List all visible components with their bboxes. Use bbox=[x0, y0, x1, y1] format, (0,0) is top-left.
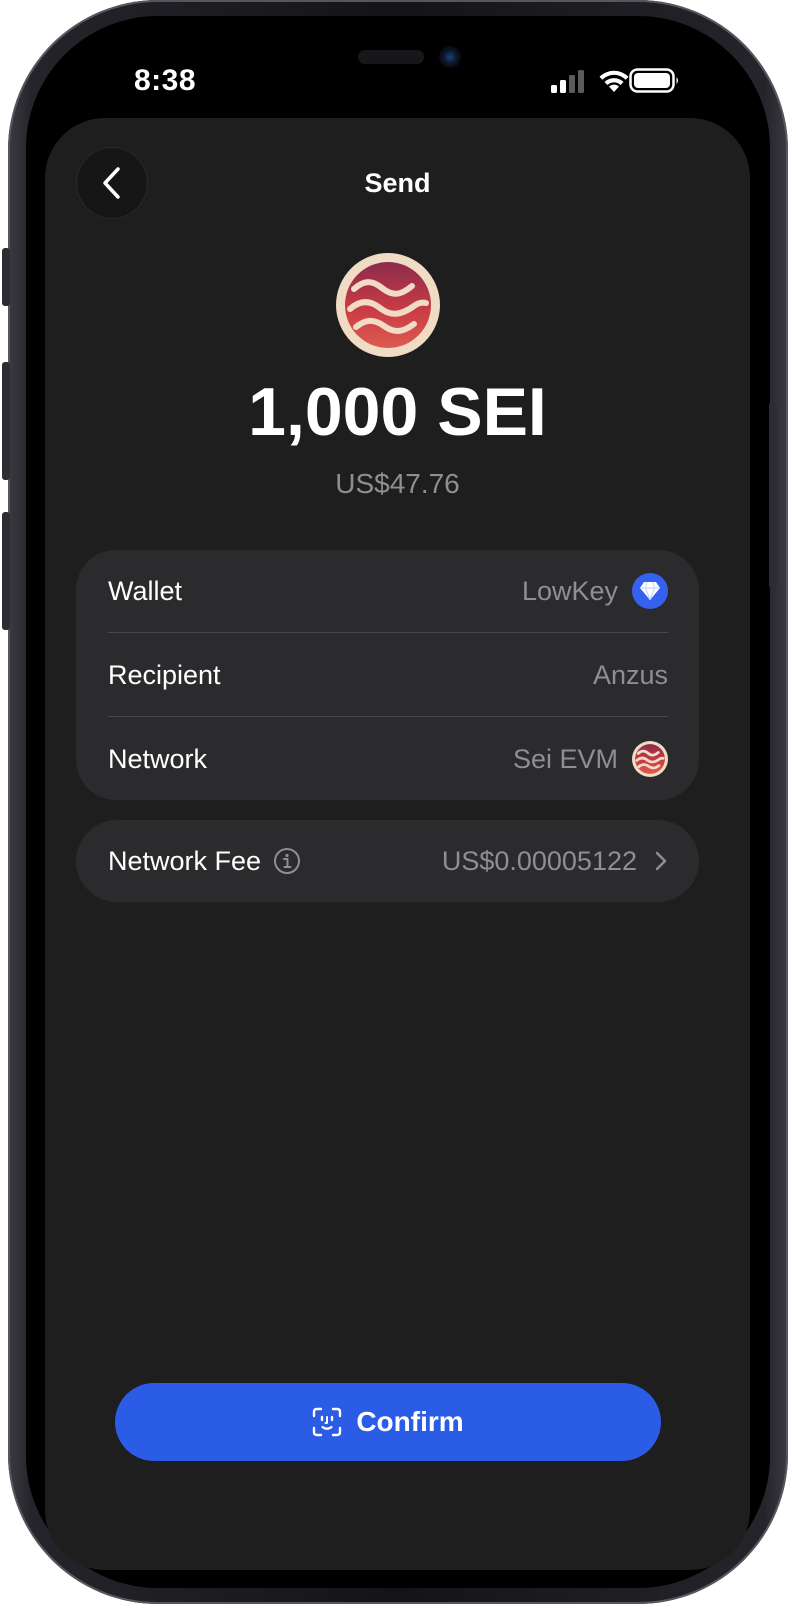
volume-up-button bbox=[2, 362, 10, 480]
row-divider bbox=[108, 716, 668, 717]
wifi-icon bbox=[599, 70, 629, 92]
send-confirmation-screen: Send 1,000 SEI US$47.76 Wallet LowKey Re… bbox=[45, 118, 750, 1570]
network-fee-row[interactable]: Network Fee US$0.00005122 bbox=[76, 820, 699, 902]
sei-logo-icon bbox=[336, 253, 440, 357]
info-icon[interactable] bbox=[273, 847, 301, 875]
cellular-signal-icon bbox=[551, 70, 584, 93]
power-button bbox=[769, 402, 777, 588]
recipient-row: Recipient Anzus bbox=[108, 634, 668, 716]
fiat-amount: US$47.76 bbox=[335, 468, 460, 499]
wallet-value: LowKey bbox=[521, 575, 618, 606]
network-fee-label: Network Fee bbox=[108, 845, 262, 876]
row-divider bbox=[108, 632, 668, 633]
page-title: Send bbox=[364, 168, 431, 198]
status-bar: 8:38 bbox=[0, 0, 796, 110]
network-fee-value-group: US$0.00005122 bbox=[442, 820, 669, 902]
recipient-label: Recipient bbox=[108, 659, 221, 690]
confirm-label: Confirm bbox=[356, 1406, 464, 1437]
wallet-label: Wallet bbox=[108, 575, 183, 606]
action-button bbox=[2, 248, 10, 306]
nav-header: Send bbox=[45, 148, 750, 220]
confirm-button[interactable]: Confirm bbox=[115, 1383, 661, 1461]
transaction-details-card: Wallet LowKey Recipient Anzus Network Se… bbox=[76, 550, 699, 800]
network-fee-value: US$0.00005122 bbox=[441, 845, 637, 876]
front-camera bbox=[439, 46, 461, 68]
network-label: Network bbox=[108, 743, 208, 774]
chevron-right-icon bbox=[655, 851, 667, 871]
send-amount: 1,000 SEI bbox=[248, 374, 547, 450]
battery-icon bbox=[629, 68, 678, 93]
speaker-grille bbox=[358, 50, 424, 64]
face-id-icon bbox=[313, 1407, 342, 1437]
diamond-wallet-icon bbox=[632, 573, 668, 609]
network-fee-label-group: Network Fee bbox=[108, 820, 301, 902]
status-time: 8:38 bbox=[134, 64, 197, 97]
network-value: Sei EVM bbox=[512, 743, 618, 774]
network-row: Network Sei EVM bbox=[108, 718, 668, 800]
volume-down-button bbox=[2, 512, 10, 630]
wallet-row: Wallet LowKey bbox=[108, 550, 668, 632]
sei-network-icon bbox=[632, 741, 668, 777]
wallet-value-group: LowKey bbox=[522, 573, 668, 609]
recipient-value: Anzus bbox=[592, 659, 668, 690]
network-value-group: Sei EVM bbox=[513, 741, 668, 777]
